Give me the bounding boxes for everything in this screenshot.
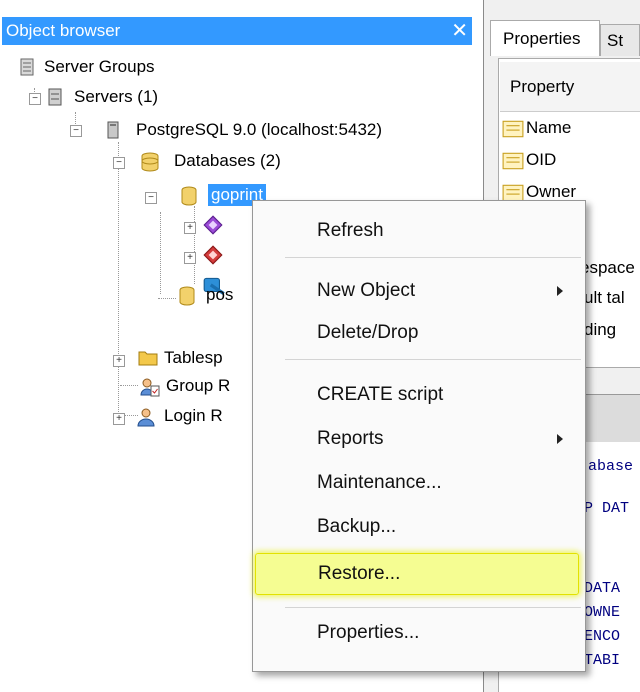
server-group-icon (20, 58, 34, 76)
schemas-icon[interactable] (202, 244, 224, 266)
tab-properties[interactable]: Properties (490, 20, 600, 56)
menu-item-label: Maintenance... (317, 472, 442, 493)
property-name: Owner (526, 182, 577, 201)
menu-item-label: Restore... (318, 563, 401, 584)
sql-line: ENCO (584, 628, 621, 645)
tree-label: Login R (164, 406, 223, 425)
menu-item-label: Properties... (317, 622, 420, 643)
menu-item-reports[interactable]: Reports (253, 421, 585, 457)
sql-line: abase (588, 458, 634, 475)
menu-item-delete-drop[interactable]: Delete/Drop (253, 315, 585, 351)
menu-item-new-object[interactable]: New Object (253, 273, 585, 309)
menu-separator (285, 257, 581, 258)
expand-toggle-icon[interactable]: + (184, 222, 196, 234)
tree-label: Databases (2) (174, 151, 281, 170)
menu-item-backup[interactable]: Backup... (253, 509, 585, 545)
tree-label: PostgreSQL 9.0 (localhost:5432) (136, 120, 383, 139)
property-icon (502, 120, 524, 138)
sql-line: DATA (584, 580, 621, 597)
menu-item-maintenance[interactable]: Maintenance... (253, 465, 585, 501)
expand-toggle-icon[interactable]: + (113, 413, 125, 425)
menu-item-restore[interactable]: Restore... (255, 553, 579, 595)
collapse-toggle-icon[interactable]: − (145, 192, 157, 204)
property-name: espace (580, 258, 635, 277)
submenu-arrow-icon (557, 286, 563, 296)
tree-line (120, 385, 138, 386)
server-instance-icon (107, 121, 119, 139)
sql-line: TABI (584, 652, 621, 669)
server-icon (48, 88, 62, 106)
expand-toggle-icon[interactable]: + (113, 355, 125, 367)
property-name: OID (526, 150, 557, 169)
tree-line (194, 206, 195, 284)
expand-toggle-icon[interactable]: + (184, 252, 196, 264)
menu-separator (285, 359, 581, 360)
database-icon (181, 186, 197, 206)
menu-item-label: Delete/Drop (317, 322, 419, 343)
tree-line (118, 168, 119, 424)
context-menu: Refresh New Object Delete/Drop CREATE sc… (252, 200, 586, 672)
tree-label: Group R (166, 376, 231, 395)
login-roles-icon (137, 408, 155, 427)
sql-line: P DAT (584, 500, 630, 517)
databases-icon (141, 152, 159, 172)
object-browser-title-bar: Object browser ✕ (2, 17, 472, 45)
sql-line: OWNE (584, 604, 621, 621)
folder-icon (138, 351, 158, 366)
tree-label: pos (206, 285, 234, 304)
property-name: ult tal (584, 288, 625, 307)
property-name: ding (584, 320, 617, 339)
menu-item-label: Backup... (317, 516, 397, 537)
catalogs-icon[interactable] (202, 214, 224, 236)
close-icon[interactable]: ✕ (451, 17, 468, 45)
tree-label: Tablesp (164, 348, 223, 367)
menu-item-label: CREATE script (317, 384, 444, 405)
group-roles-icon (140, 378, 160, 397)
menu-item-refresh[interactable]: Refresh (253, 213, 585, 249)
menu-item-create-script[interactable]: CREATE script (253, 377, 585, 413)
menu-item-label: New Object (317, 280, 416, 301)
tree-line (158, 298, 176, 299)
tree-label: Servers (1) (74, 87, 159, 106)
object-browser-title: Object browser (6, 21, 121, 40)
property-icon (502, 152, 524, 170)
submenu-arrow-icon (557, 434, 563, 444)
menu-separator (285, 607, 581, 608)
menu-item-properties[interactable]: Properties... (253, 615, 585, 651)
property-column-header[interactable]: Property (500, 62, 640, 112)
collapse-toggle-icon[interactable]: − (29, 93, 41, 105)
collapse-toggle-icon[interactable]: − (113, 157, 125, 169)
property-name: Name (526, 118, 572, 137)
tab-statistics[interactable]: St (600, 24, 640, 56)
menu-item-label: Reports (317, 428, 384, 449)
tree-label: Server Groups (44, 57, 155, 76)
database-icon (179, 286, 195, 306)
collapse-toggle-icon[interactable]: − (70, 125, 82, 137)
tree-line (160, 212, 161, 294)
menu-item-label: Refresh (317, 220, 384, 241)
